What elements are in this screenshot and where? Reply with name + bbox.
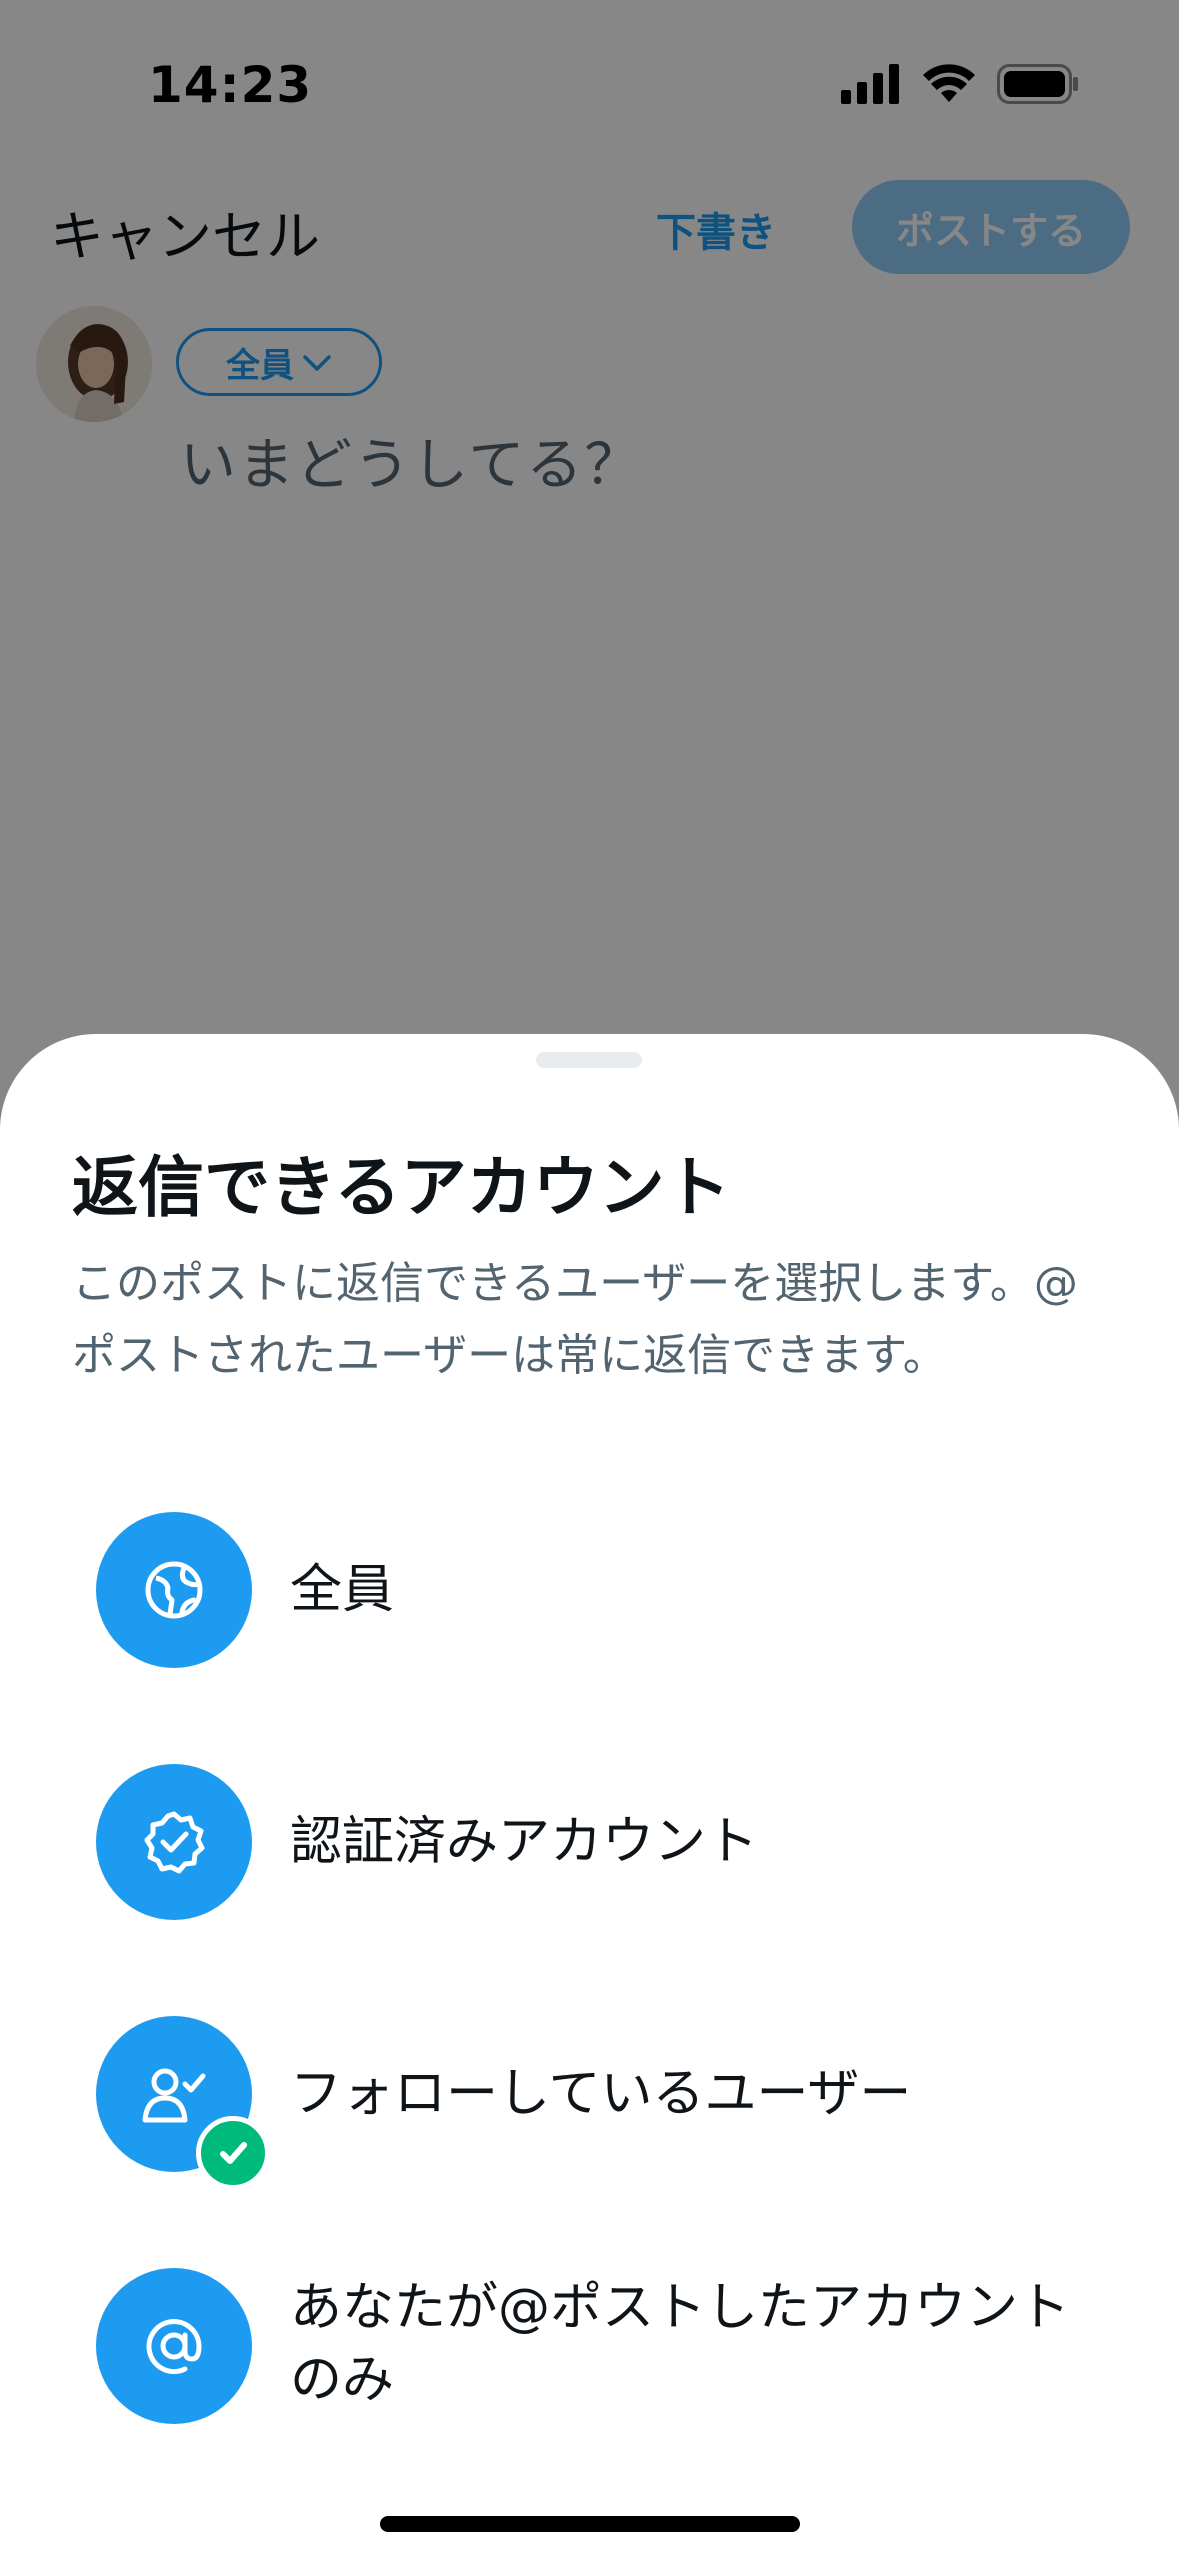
reply-option-following[interactable]: フォローしているユーザー [96,2016,1096,2190]
reply-option-mentioned-only[interactable]: あなたが@ポストしたアカウントのみ [96,2268,1096,2424]
sheet-description: このポストに返信できるユーザーを選択します。@ポストされたユーザーは常に返信でき… [72,1258,1078,1381]
reply-settings-sheet: 返信できるアカウント このポストに返信できるユーザーを選択します。@ポストされた… [0,1034,1179,2556]
sheet-title: 返信できるアカウント [72,1149,731,1226]
option-label: 全員 [290,1560,395,1620]
compose-screen: 14:23 キャンセル 下書き ポストする 全員 いまどうしてる？ 返信できるア… [0,0,1179,2556]
reply-option-everyone[interactable]: 全員 [96,1512,1096,1668]
reply-option-verified[interactable]: 認証済みアカウント [96,1764,1096,1920]
sheet-drag-handle[interactable] [536,1052,642,1068]
option-label: フォローしているユーザー [290,2064,912,2124]
verified-icon [96,1764,252,1920]
globe-icon [96,1512,252,1668]
at-icon [96,2268,252,2424]
option-label: あなたが@ポストしたアカウントのみ [290,2278,1071,2410]
home-indicator[interactable] [380,2516,800,2532]
selected-check-icon [196,2116,270,2190]
option-label: 認証済みアカウント [290,1812,759,1872]
